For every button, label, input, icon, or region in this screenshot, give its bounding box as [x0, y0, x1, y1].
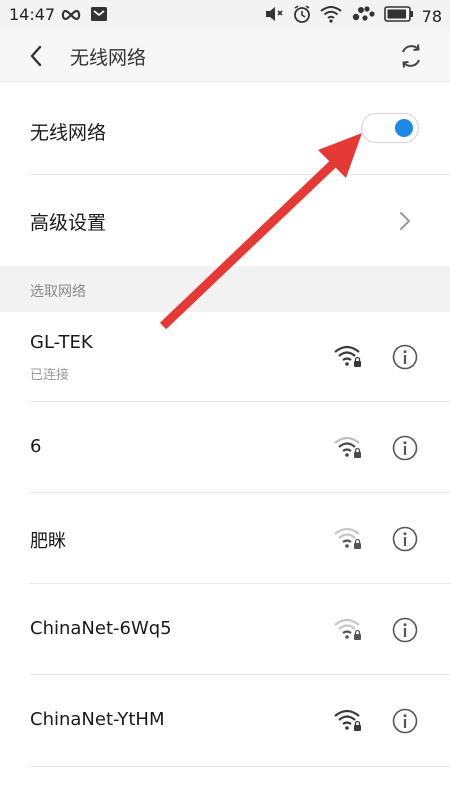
- network-row[interactable]: 6: [0, 402, 450, 493]
- network-name: ChinaNet-6Wq5: [30, 618, 172, 639]
- info-icon[interactable]: [392, 708, 418, 734]
- network-row[interactable]: 肥眯: [0, 493, 450, 584]
- wifi-locked-icon: [334, 436, 361, 458]
- paw-icon: [350, 5, 376, 27]
- info-icon[interactable]: [392, 344, 418, 370]
- section-label: 选取网络: [30, 284, 86, 300]
- alarm-icon: [292, 4, 312, 28]
- network-row[interactable]: ChinaNet-6Wq5: [0, 584, 450, 675]
- advanced-settings-row[interactable]: 高级设置: [0, 175, 450, 266]
- status-left-icons: [60, 6, 108, 26]
- mute-icon: [264, 5, 284, 27]
- network-status: 已连接: [30, 368, 70, 383]
- refresh-icon: [402, 44, 420, 68]
- wifi-locked-icon: [334, 709, 361, 731]
- status-right: 78: [264, 4, 442, 28]
- refresh-button[interactable]: [396, 41, 426, 71]
- wifi-locked-icon: [334, 527, 361, 549]
- status-bar: 14:47 78: [0, 0, 450, 30]
- network-name: ChinaNet-YtHM: [30, 709, 165, 730]
- info-icon[interactable]: [392, 435, 418, 461]
- back-button[interactable]: [22, 42, 50, 70]
- chevron-right-icon: [400, 212, 410, 230]
- wifi-toggle-switch[interactable]: [361, 113, 419, 143]
- page-title: 无线网络: [70, 47, 147, 69]
- battery-icon: [383, 6, 414, 26]
- network-name: 肥眯: [30, 531, 66, 552]
- status-time: 14:47: [9, 5, 56, 24]
- network-row[interactable]: ChinaNet-YtHM: [0, 675, 450, 766]
- network-name: 6: [30, 436, 42, 457]
- mail-icon: [90, 6, 108, 26]
- network-name: GL-TEK: [30, 332, 93, 353]
- infinity-icon: [60, 7, 82, 26]
- chevron-left-icon: [30, 45, 42, 67]
- info-icon[interactable]: [392, 617, 418, 643]
- toggle-knob: [395, 119, 413, 137]
- wifi-icon: [320, 5, 342, 27]
- wifi-locked-icon: [334, 618, 361, 640]
- network-row[interactable]: GL-TEK 已连接: [0, 312, 450, 402]
- wifi-locked-icon: [334, 345, 361, 367]
- battery-percent: 78: [421, 6, 442, 26]
- app-bar: 无线网络: [0, 30, 450, 82]
- advanced-settings-label: 高级设置: [30, 212, 107, 234]
- info-icon[interactable]: [392, 526, 418, 552]
- wifi-toggle-label: 无线网络: [30, 122, 107, 144]
- divider: [30, 766, 450, 767]
- section-header: 选取网络: [0, 266, 450, 312]
